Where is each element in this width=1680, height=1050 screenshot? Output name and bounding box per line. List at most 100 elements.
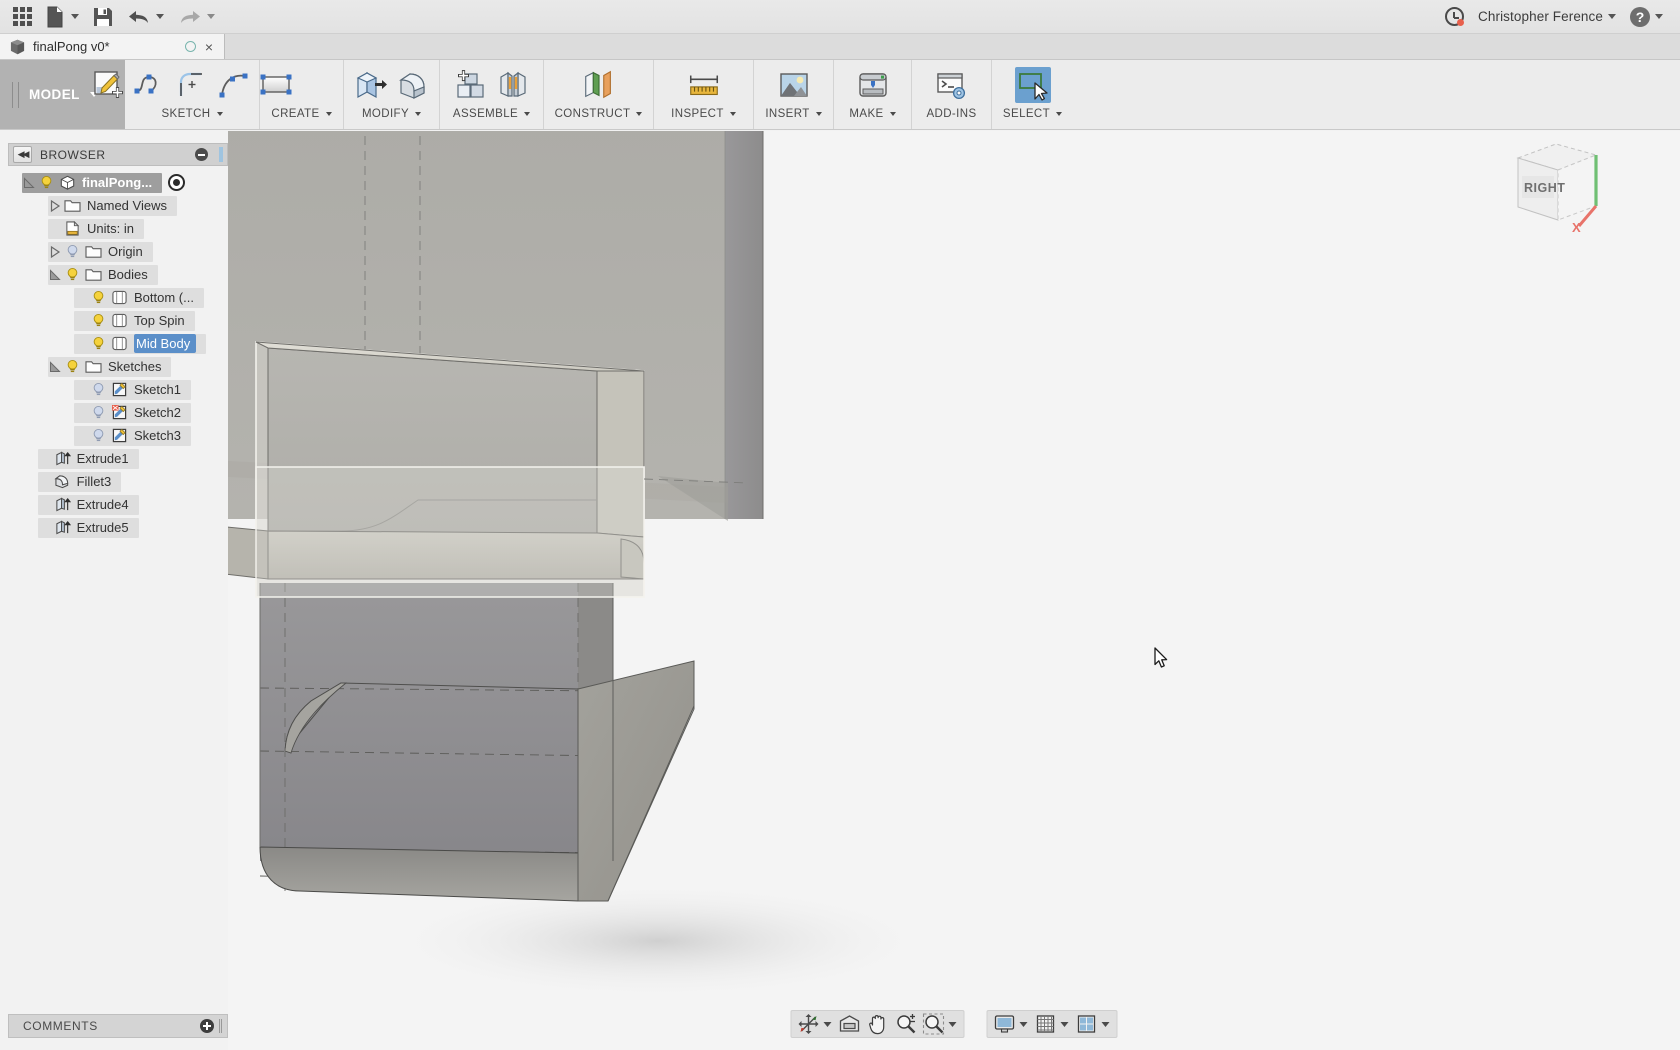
chevron-down-icon[interactable] bbox=[1019, 1021, 1028, 1027]
visibility-bulb-icon[interactable] bbox=[90, 381, 107, 398]
body-bottom[interactable] bbox=[259, 583, 695, 902]
job-status-button[interactable] bbox=[1438, 2, 1471, 32]
spline-icon[interactable] bbox=[132, 67, 168, 103]
viewport-canvas[interactable]: RIGHT X bbox=[228, 131, 1680, 1050]
viewfront-icon[interactable] bbox=[837, 1012, 863, 1036]
body-icon bbox=[112, 336, 127, 351]
tree-item-label: Bodies bbox=[108, 267, 148, 282]
help-button[interactable]: ? bbox=[1623, 2, 1670, 32]
tree-item-sketch3[interactable]: Sketch3 bbox=[8, 424, 228, 447]
joint-icon[interactable] bbox=[495, 67, 531, 103]
tree-item-extrude4[interactable]: Extrude4 bbox=[8, 493, 228, 516]
select-window-icon[interactable] bbox=[1014, 67, 1051, 103]
tree-item-sketch1[interactable]: Sketch1 bbox=[8, 378, 228, 401]
new-component-icon[interactable] bbox=[453, 67, 489, 103]
ribbon-group-label-make[interactable]: MAKE bbox=[849, 108, 896, 120]
tree-item-fillet3[interactable]: Fillet3 bbox=[8, 470, 228, 493]
panel-resize-grip[interactable] bbox=[219, 147, 223, 162]
ribbon-group-label-sketch[interactable]: SKETCH bbox=[161, 108, 223, 120]
visibility-bulb-icon[interactable] bbox=[64, 243, 81, 260]
measure-icon[interactable] bbox=[686, 67, 722, 103]
activate-component-icon[interactable] bbox=[168, 174, 186, 191]
ribbon-group-label-assemble[interactable]: ASSEMBLE bbox=[453, 108, 531, 120]
tree-item-finalpong[interactable]: finalPong... bbox=[8, 171, 228, 194]
user-account-menu[interactable]: Christopher Ference bbox=[1471, 2, 1623, 32]
ribbon-group-label-addins[interactable]: ADD-INS bbox=[926, 108, 976, 120]
tree-item-label: Origin bbox=[108, 244, 143, 259]
undo-button[interactable] bbox=[120, 2, 171, 32]
tree-item-top-spin[interactable]: Top Spin bbox=[8, 309, 228, 332]
visibility-bulb-icon[interactable] bbox=[90, 335, 107, 352]
tree-item-bottom[interactable]: Bottom (... bbox=[8, 286, 228, 309]
collapse-left-icon[interactable]: ◀◀ bbox=[13, 146, 32, 163]
offset-plane-icon[interactable] bbox=[581, 67, 617, 103]
visibility-bulb-icon[interactable] bbox=[38, 174, 55, 191]
chevron-down-icon[interactable] bbox=[1101, 1021, 1110, 1027]
tree-item-origin[interactable]: Origin bbox=[8, 240, 228, 263]
model-3d-view[interactable] bbox=[228, 131, 1680, 1050]
tree-item-sketch2[interactable]: Sketch2 bbox=[8, 401, 228, 424]
visibility-bulb-icon[interactable] bbox=[90, 404, 107, 421]
comments-resize-grip[interactable] bbox=[219, 1019, 222, 1033]
ribbon-group-label-modify[interactable]: MODIFY bbox=[362, 108, 422, 120]
visibility-bulb-icon[interactable] bbox=[64, 358, 81, 375]
tree-item-sketches[interactable]: Sketches bbox=[8, 355, 228, 378]
viewports-icon[interactable] bbox=[1074, 1012, 1100, 1036]
save-button[interactable] bbox=[86, 2, 120, 32]
redo-button[interactable] bbox=[171, 2, 222, 32]
display-settings-icon[interactable] bbox=[992, 1012, 1018, 1036]
ribbon-group-label-create[interactable]: CREATE bbox=[271, 108, 332, 120]
scripts-addins-icon[interactable] bbox=[934, 67, 970, 103]
chevron-expanded-icon[interactable] bbox=[22, 176, 36, 190]
chevron-expanded-icon[interactable] bbox=[48, 268, 62, 282]
view-cube[interactable]: RIGHT X bbox=[1500, 131, 1620, 238]
tree-item-named-views[interactable]: Named Views bbox=[8, 194, 228, 217]
view-navigation-bar bbox=[790, 1010, 1118, 1038]
chevron-down-icon[interactable] bbox=[823, 1021, 832, 1027]
ribbon-group-label-inspect[interactable]: INSPECT bbox=[671, 108, 736, 120]
sync-status-icon bbox=[184, 41, 196, 52]
ribbon-group-make: MAKE bbox=[833, 60, 911, 129]
close-icon[interactable]: × bbox=[204, 40, 214, 54]
comments-panel[interactable]: COMMENTS bbox=[8, 1014, 228, 1038]
tree-item-bodies[interactable]: Bodies bbox=[8, 263, 228, 286]
visibility-bulb-icon[interactable] bbox=[90, 289, 107, 306]
chevron-down-icon[interactable] bbox=[948, 1021, 957, 1027]
visibility-bulb-icon[interactable] bbox=[90, 427, 107, 444]
visibility-bulb-icon[interactable] bbox=[64, 266, 81, 283]
zoom-icon[interactable] bbox=[893, 1012, 919, 1036]
grid-snaps-icon[interactable] bbox=[1033, 1012, 1059, 1036]
apps-grid-button[interactable] bbox=[6, 2, 39, 32]
extrude-icon[interactable] bbox=[353, 67, 389, 103]
chevron-collapsed-icon[interactable] bbox=[48, 199, 62, 213]
model-shadow bbox=[383, 883, 933, 999]
ribbon-group-label-select[interactable]: SELECT bbox=[1003, 108, 1063, 120]
3d-print-icon[interactable] bbox=[855, 67, 891, 103]
sketch-fillet-icon[interactable] bbox=[174, 67, 210, 103]
minimize-icon[interactable] bbox=[195, 148, 208, 161]
tree-item-extrude5[interactable]: Extrude5 bbox=[8, 516, 228, 539]
new-document-button[interactable] bbox=[39, 2, 86, 32]
chevron-down-icon[interactable] bbox=[1060, 1021, 1069, 1027]
arc-icon[interactable] bbox=[216, 67, 252, 103]
ribbon-group-label-insert[interactable]: INSERT bbox=[765, 108, 822, 120]
tree-item-extrude1[interactable]: Extrude1 bbox=[8, 447, 228, 470]
visibility-bulb-icon[interactable] bbox=[90, 312, 107, 329]
chevron-expanded-icon[interactable] bbox=[48, 360, 62, 374]
lower-body-bottom-lip bbox=[259, 846, 579, 902]
insert-image-icon[interactable] bbox=[776, 67, 812, 103]
orbit-icon[interactable] bbox=[796, 1012, 822, 1036]
chevron-collapsed-icon[interactable] bbox=[48, 245, 62, 259]
document-tab-finalpong[interactable]: finalPong v0* × bbox=[0, 34, 225, 59]
ribbon-group-label-construct[interactable]: CONSTRUCT bbox=[555, 108, 643, 120]
units-icon bbox=[66, 221, 80, 236]
add-comment-icon[interactable] bbox=[200, 1019, 214, 1033]
tree-item-units-in[interactable]: Units: in bbox=[8, 217, 228, 240]
tree-item-mid-body[interactable]: Mid Body bbox=[8, 332, 228, 355]
body-icon bbox=[112, 290, 127, 305]
pan-icon[interactable] bbox=[865, 1012, 891, 1036]
create-sketch-icon[interactable] bbox=[90, 67, 126, 103]
tree-arrow-spacer bbox=[74, 406, 88, 420]
fillet-icon[interactable] bbox=[395, 67, 431, 103]
fit-icon[interactable] bbox=[921, 1012, 947, 1036]
